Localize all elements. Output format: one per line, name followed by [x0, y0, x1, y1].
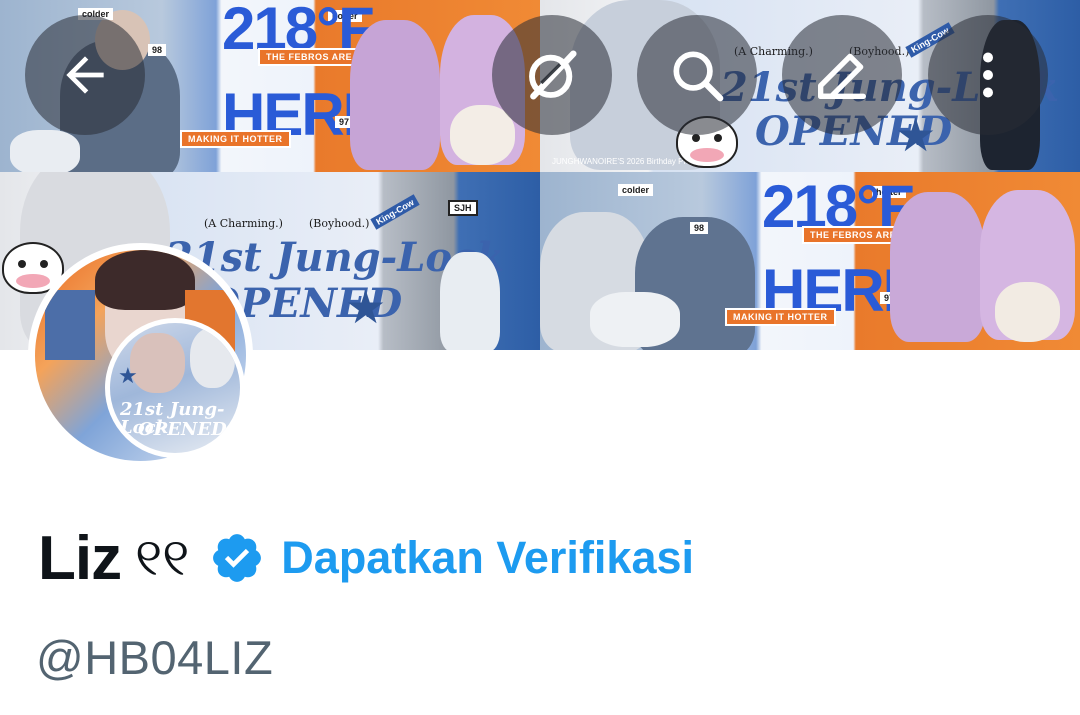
- banner-tag: MAKING IT HOTTER: [725, 308, 836, 326]
- get-verified-link[interactable]: Dapatkan Verifikasi: [281, 532, 694, 584]
- banner-ribbon: THE FEBROS ARE: [258, 48, 361, 66]
- banner-label-colder: colder: [618, 184, 654, 196]
- banner-num-a: 98: [148, 44, 167, 56]
- grok-button[interactable]: [492, 15, 612, 135]
- banner-figure: [890, 192, 985, 342]
- compose-button[interactable]: [782, 15, 902, 135]
- banner-ribbon: THE FEBROS ARE: [802, 226, 905, 244]
- profile-screen: colder hotter 218°F HERE! THE FEBROS ARE…: [0, 0, 1080, 715]
- banner-figure: [440, 252, 500, 350]
- banner-figure: [350, 20, 440, 170]
- star-icon: ★: [118, 363, 138, 388]
- profile-name-row: Liz ୧୧ Dapatkan Verifikasi: [38, 522, 694, 594]
- banner-dog: [590, 292, 680, 347]
- avatar-secondary-text-line2: OPENED: [138, 419, 227, 440]
- banner-dog: [995, 282, 1060, 342]
- avatar-secondary-image: ★ 21st Jung-Lock OPENED: [110, 323, 240, 453]
- name-symbol: ୧୧: [135, 527, 190, 588]
- banner-badge: King-Cow: [370, 194, 420, 230]
- search-button[interactable]: [637, 15, 757, 135]
- verified-badge-icon[interactable]: [209, 530, 265, 586]
- profile-handle: @HB04LIZ: [36, 631, 274, 684]
- grok-icon: [529, 50, 577, 100]
- profile-avatar-secondary: ★ 21st Jung-Lock OPENED: [105, 318, 245, 458]
- star-icon: ★: [345, 281, 387, 333]
- arrow-left-icon: [66, 56, 104, 94]
- pencil-icon: [818, 53, 866, 99]
- banner-dog: [10, 130, 80, 172]
- banner-num-a: 98: [690, 222, 709, 234]
- banner-tag: MAKING IT HOTTER: [180, 130, 291, 148]
- back-button[interactable]: [25, 15, 145, 135]
- star-icon: ★: [895, 109, 937, 161]
- more-button[interactable]: [928, 15, 1048, 135]
- banner-monogram: SJH: [448, 200, 478, 216]
- search-icon: [673, 51, 724, 102]
- banner-note-left: (A Charming.): [204, 217, 283, 230]
- banner-tile-hot-2: colder hotter 218°F HERE! THE FEBROS ARE…: [540, 172, 1080, 350]
- banner-dog: [450, 105, 515, 165]
- more-vertical-icon: [983, 52, 993, 98]
- banner-note-right: (Boyhood.): [309, 217, 370, 230]
- display-name: Liz: [38, 523, 122, 593]
